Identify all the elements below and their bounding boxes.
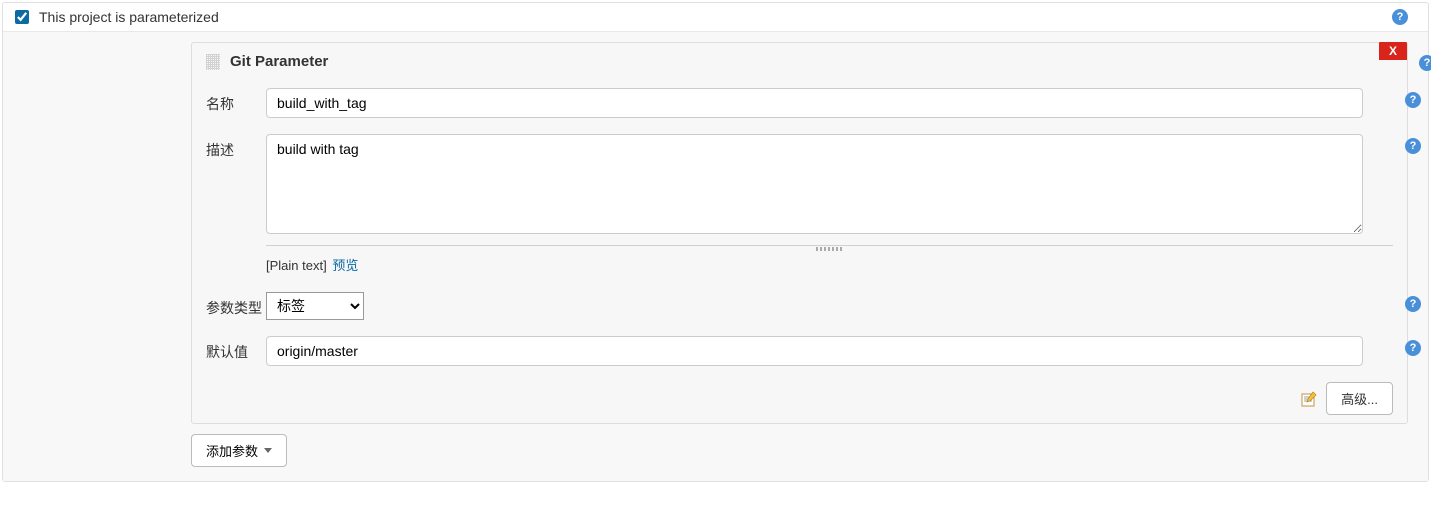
param-type-label: 参数类型 [206,292,266,318]
parameterized-checkbox-row: This project is parameterized ? [3,3,1428,31]
name-label: 名称 [206,88,266,114]
panel-header: Git Parameter [192,43,1407,80]
chevron-down-icon [264,448,272,453]
preview-row: [Plain text] 预览 [192,251,1407,284]
drag-handle-icon[interactable] [206,54,220,70]
add-parameter-button[interactable]: 添加参数 [191,434,287,467]
help-icon[interactable]: ? [1405,340,1421,356]
name-row: 名称 ? [192,80,1407,126]
default-value-input[interactable] [266,336,1363,366]
description-label: 描述 [206,134,266,160]
git-parameter-panel: X ? Git Parameter 名称 ? 描述 build with tag [191,42,1408,424]
default-value-label: 默认值 [206,336,266,362]
param-type-row: 参数类型 标签 ? [192,284,1407,328]
preview-link[interactable]: 预览 [332,258,358,273]
help-icon[interactable]: ? [1392,9,1408,25]
panel-title: Git Parameter [230,53,328,70]
help-icon[interactable]: ? [1419,55,1431,71]
notepad-icon[interactable] [1300,390,1318,408]
description-textarea[interactable]: build with tag [266,134,1363,234]
param-type-select[interactable]: 标签 [266,292,364,320]
default-value-row: 默认值 ? [192,328,1407,374]
advanced-button[interactable]: 高级... [1326,382,1393,415]
help-icon[interactable]: ? [1405,296,1421,312]
advanced-row: 高级... [192,374,1407,423]
parameterized-label: This project is parameterized [39,9,219,25]
add-parameter-row: 添加参数 [191,424,1408,469]
format-label: [Plain text] [266,258,327,273]
name-input[interactable] [266,88,1363,118]
help-icon[interactable]: ? [1405,92,1421,108]
help-icon[interactable]: ? [1405,138,1421,154]
parameterized-checkbox[interactable] [15,10,29,24]
description-row: 描述 build with tag ? [192,126,1407,245]
parameters-body: X ? Git Parameter 名称 ? 描述 build with tag [3,31,1428,481]
